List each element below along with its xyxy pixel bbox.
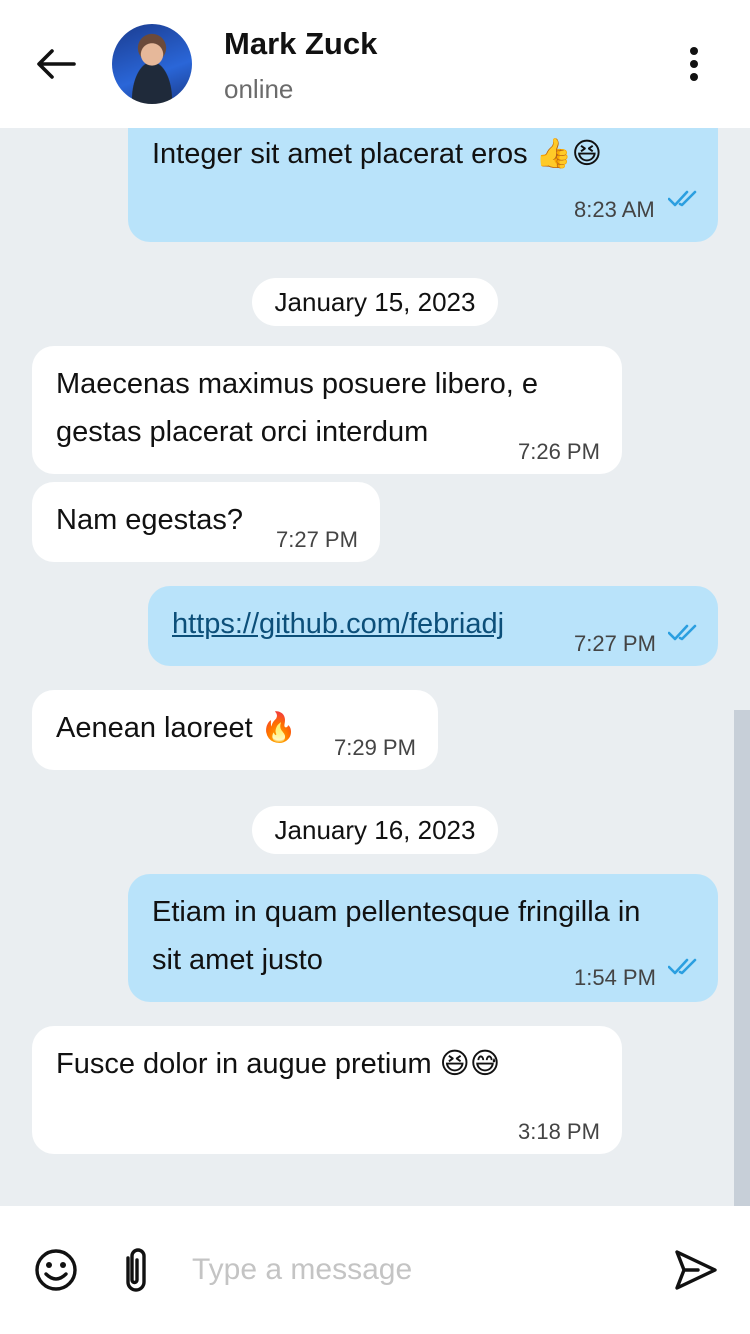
message-incoming[interactable]: Nam egestas? 7:27 PM: [32, 482, 380, 562]
double-check-icon: [668, 624, 697, 641]
scrollbar[interactable]: [734, 710, 750, 1206]
message-emoji: 👍😆: [535, 138, 602, 170]
date-separator: January 16, 2023: [252, 806, 498, 854]
message-text: Integer sit amet placerat eros: [152, 138, 528, 170]
send-icon: [675, 1250, 717, 1290]
message-list[interactable]: Integer sit amet placerat eros 👍😆 8:23 A…: [0, 128, 750, 1206]
attach-button[interactable]: [114, 1246, 158, 1294]
message-text: Nam egestas?: [56, 504, 243, 536]
message-incoming[interactable]: Fusce dolor in augue pretium 😆😅 3:18 PM: [32, 1026, 622, 1154]
message-time: 8:23 AM: [574, 197, 655, 222]
message-emoji: 🔥: [260, 712, 297, 744]
more-vertical-icon: [690, 47, 698, 81]
message-text-line2: sit amet justo: [152, 944, 323, 976]
back-arrow-icon: [37, 49, 76, 79]
message-link[interactable]: https://github.com/febriadj: [172, 600, 504, 648]
date-separator: January 15, 2023: [252, 278, 498, 326]
double-check-icon: [668, 190, 697, 207]
send-button[interactable]: [672, 1246, 720, 1294]
message-text: Aenean laoreet: [56, 712, 253, 744]
emoji-button[interactable]: [32, 1246, 80, 1294]
emoji-icon: [35, 1249, 77, 1291]
message-time: 3:18 PM: [518, 1119, 600, 1144]
message-time: 7:27 PM: [276, 527, 358, 552]
contact-status: online: [224, 74, 294, 104]
contact-name[interactable]: Mark Zuck: [224, 26, 377, 62]
message-time: 7:27 PM: [574, 631, 656, 656]
message-outgoing[interactable]: Integer sit amet placerat eros 👍😆 8:23 A…: [128, 128, 718, 242]
message-outgoing[interactable]: Etiam in quam pellentesque fringilla in …: [128, 874, 718, 1002]
message-time: 7:26 PM: [518, 439, 600, 464]
message-input[interactable]: [192, 1244, 642, 1296]
message-emoji: 😆😅: [439, 1048, 501, 1080]
message-text-line2: gestas placerat orci interdum: [56, 416, 429, 448]
message-incoming[interactable]: Maecenas maximus posuere libero, e gesta…: [32, 346, 622, 474]
message-incoming[interactable]: Aenean laoreet 🔥 7:29 PM: [32, 690, 438, 770]
chat-header: Mark Zuck online: [0, 0, 750, 128]
message-time: 1:54 PM: [574, 965, 656, 990]
message-time: 7:29 PM: [334, 735, 416, 760]
message-text: Fusce dolor in augue pretium: [56, 1048, 432, 1080]
back-button[interactable]: [32, 42, 80, 86]
message-text-line1: Etiam in quam pellentesque fringilla in: [152, 896, 641, 928]
contact-avatar[interactable]: [112, 24, 192, 104]
message-text-line1: Maecenas maximus posuere libero, e: [56, 368, 538, 400]
paperclip-icon: [126, 1248, 146, 1292]
more-options-button[interactable]: [672, 40, 716, 88]
message-outgoing[interactable]: https://github.com/febriadj 7:27 PM: [148, 586, 718, 666]
double-check-icon: [668, 958, 697, 975]
